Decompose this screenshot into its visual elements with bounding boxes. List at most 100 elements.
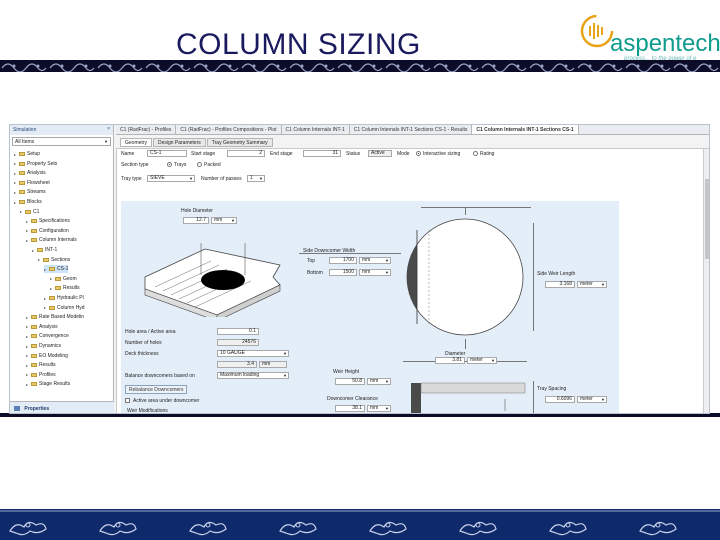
scrollbar-thumb[interactable] [705,179,709,259]
hole-diameter-unit-select[interactable]: mm ▼ [211,217,237,224]
document-tab[interactable]: C1 Column Internals INT-1 [282,125,350,134]
footer-ornament-band [0,509,720,540]
nav-tree-item[interactable]: ▸ Configuration [26,227,69,235]
nav-tree-item[interactable]: ▸ Column Internals [26,236,77,244]
chevron-down-icon: ▼ [189,176,193,181]
nav-tree-item[interactable]: ▸ Results [50,284,80,292]
properties-button[interactable]: Properties [10,401,114,413]
side-weir-label: Side Weir Length [537,271,576,277]
nav-filter-select[interactable]: All Items ▼ [12,137,111,146]
nav-tree-item-label: Streams [27,189,46,196]
nav-tree-item[interactable]: ▸ Column Hyd [44,304,85,312]
status-field: Active [368,150,392,157]
nav-tree-item-label: Stage Results [39,381,71,388]
diameter-field[interactable]: 3.81 [435,357,465,364]
bottom-field[interactable]: 1500 [329,269,357,276]
nav-tree-item-label: Setup [27,151,41,157]
properties-icon [14,406,20,412]
top-field[interactable]: 1700 [329,257,357,264]
deck-value: 10 GAUGE [220,350,246,356]
close-icon[interactable]: × [107,126,110,132]
document-tab[interactable]: C1 (RadFrac) - Profiles [116,125,177,134]
hole-area-label: Hole area / Active area [125,329,176,335]
nav-tree-item[interactable]: ▸ C1 [20,208,39,216]
nav-tree-item[interactable]: ▸ Property Sets [14,160,57,168]
nav-tree-item[interactable]: ▸ EO Modeling [26,352,68,360]
nav-tree-item[interactable]: ▸ Profiles [26,371,56,379]
section-trays-radio[interactable] [167,162,172,167]
balance-select[interactable]: Maximum loading ▼ [217,372,289,379]
active-area-checkbox[interactable] [125,398,130,403]
nav-tree-item[interactable]: ▸ Dynamics [26,342,61,350]
nav-tree-item[interactable]: ▸ CS-1 [44,265,69,274]
nav-tree-item[interactable]: ▸ Convergence [26,332,69,340]
tray-spacing-dimension-line [533,381,534,413]
tray-spacing-field[interactable]: 0.6096 [545,396,575,403]
nav-tree-item[interactable]: ▸ Setup [14,150,40,158]
start-stage-field[interactable]: 2 [227,150,265,157]
dc-clearance-field[interactable]: 38.1 [335,405,365,412]
nav-tree-item[interactable]: ▸ Streams [14,188,46,196]
end-stage-field[interactable]: 31 [303,150,341,157]
side-weir-field[interactable]: 3.168 [545,281,575,288]
form-scrollbar[interactable] [703,149,709,413]
nav-tree-item[interactable]: ▸ Blocks [14,198,42,206]
weir-height-field[interactable]: 50.8 [335,378,365,385]
deck-select[interactable]: 10 GAUGE ▼ [217,350,289,357]
deck-mm-unit: mm [259,361,287,368]
nav-tree-item[interactable]: ▸ Hydraulic Pl [44,294,84,302]
nav-tree-item[interactable]: ▸ Analysis [26,323,58,331]
mode-interactive-label: Interactive sizing [423,151,461,157]
top-label: Top [307,258,316,264]
form-subtab[interactable]: Design Parameters [152,138,206,147]
section-type-label: Section type [121,162,149,168]
mode-rating-radio[interactable] [473,151,478,156]
diameter-dimension-line [403,361,527,362]
hole-diameter-field[interactable]: 12.7 [183,217,209,224]
folder-icon [31,353,37,358]
nav-tree-item[interactable]: ▸ Analysis [14,169,46,177]
nav-tree-item[interactable]: ▸ Stage Results [26,380,70,388]
folder-icon [19,180,25,185]
ornament-pattern-icon [0,60,720,72]
document-tab[interactable]: C1 Column Internals INT-1 Sections CS-1 … [350,125,473,134]
nav-tree-item[interactable]: ▸ Specifications [26,217,70,225]
tray-type-label: Tray type [121,176,142,182]
folder-icon [31,315,37,320]
nav-tree-item-label: EO Modeling [39,352,68,359]
side-weir-unit-select[interactable]: meter ▼ [577,281,607,288]
diameter-unit-select[interactable]: meter ▼ [467,357,497,364]
bottom-unit-select[interactable]: mm ▼ [359,269,391,276]
document-tab[interactable]: C1 Column Internals INT-1 Sections CS-1 [472,125,579,134]
rebalance-button[interactable]: Rebalance Downcomers [125,385,188,394]
nav-tree-item-label: Geom [63,275,77,282]
section-packed-radio[interactable] [197,162,202,167]
name-field[interactable]: CS-1 [147,150,187,157]
nav-tree-item-label: Blocks [27,199,42,205]
form-subtab[interactable]: Geometry [120,138,152,147]
top-unit-select[interactable]: mm ▼ [359,257,391,264]
weir-mods-label: Weir Modifications [127,408,168,414]
folder-icon [19,161,25,166]
form-subtab[interactable]: Tray Geometry Summary [206,138,273,147]
tray-type-select[interactable]: SIEVE ▼ [147,175,195,182]
mode-interactive-radio[interactable] [416,151,421,156]
nav-tree-item[interactable]: ▸ Flowsheet [14,179,50,187]
tray-spacing-unit-select[interactable]: meter ▼ [577,396,607,403]
hole-area-field[interactable]: 0.1 [217,328,259,335]
chevron-down-icon: ▼ [283,351,287,356]
diameter-unit: meter [470,357,483,363]
dc-clearance-label: Downcomer Clearance [327,396,378,402]
nav-tree-item[interactable]: ▸ Geom [50,275,77,283]
nav-tree-item[interactable]: ▸ INT-1 [32,246,57,254]
weir-height-unit-select[interactable]: mm ▼ [367,378,391,385]
document-tab[interactable]: C1 (RadFrac) - Profiles Compositions - P… [176,125,282,134]
passes-select[interactable]: 1 ▼ [247,175,265,182]
status-label: Status [346,151,361,157]
folder-icon [55,286,61,291]
nav-tree-item[interactable]: ▸ Sections [38,256,70,264]
dc-clearance-unit-select[interactable]: mm ▼ [367,405,391,412]
nav-tree-item[interactable]: ▸ Rate Based Modelin [26,313,84,321]
nav-tree-item[interactable]: ▸ Results [26,361,56,369]
chevron-down-icon: ▼ [385,379,389,384]
